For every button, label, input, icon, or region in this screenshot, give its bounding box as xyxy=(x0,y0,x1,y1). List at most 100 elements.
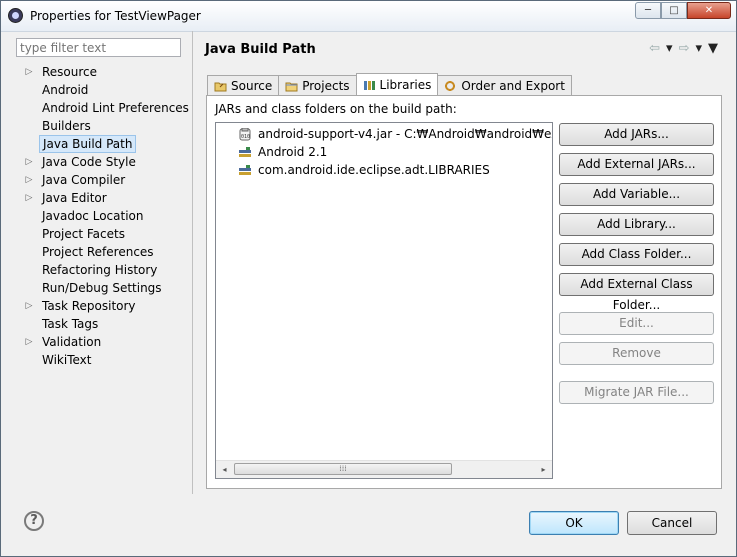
add-class-folder-button[interactable]: Add Class Folder... xyxy=(559,243,714,266)
expand-icon[interactable]: ▷ xyxy=(24,153,34,171)
library-list[interactable]: 010 android-support-v4.jar - C:₩Android₩… xyxy=(215,122,553,479)
tab-projects[interactable]: Projects xyxy=(278,75,357,95)
tree-item-java-build-path[interactable]: Java Build Path xyxy=(10,135,192,153)
source-folder-icon xyxy=(214,82,227,91)
tree-item-task-repository[interactable]: ▷ Task Repository xyxy=(10,297,192,315)
window-controls: ─ □ ✕ xyxy=(635,2,731,20)
jar-icon: 010 xyxy=(239,127,251,140)
add-library-button[interactable]: Add Library... xyxy=(559,213,714,236)
tree-item-android-lint[interactable]: Android Lint Preferences xyxy=(10,99,192,117)
category-tree: ▷ Resource Android Android Lint Preferenc… xyxy=(10,63,192,369)
tree-item-label: Java Build Path xyxy=(39,135,137,153)
maximize-button[interactable]: □ xyxy=(661,2,687,19)
tree-item-task-tags[interactable]: Task Tags xyxy=(10,315,192,333)
libraries-icon xyxy=(363,80,375,90)
back-arrow-icon[interactable]: ⇦ xyxy=(649,41,660,56)
tab-strip: Source Projects Libraries Order and Expo… xyxy=(207,73,572,95)
scroll-right-icon[interactable]: ▸ xyxy=(535,461,552,478)
migrate-jar-button[interactable]: Migrate JAR File... xyxy=(559,381,714,404)
tree-item-label: Android xyxy=(42,83,89,97)
tab-libraries[interactable]: Libraries xyxy=(355,73,439,95)
forward-menu-icon[interactable]: ▾ xyxy=(695,41,702,56)
tree-item-label: Project References xyxy=(42,245,154,259)
tree-item-label: Android Lint Preferences xyxy=(42,101,189,115)
category-pane: ▷ Resource Android Android Lint Preferenc… xyxy=(10,33,192,493)
tab-label: Projects xyxy=(302,78,350,93)
tree-item-java-editor[interactable]: ▷ Java Editor xyxy=(10,189,192,207)
remove-button[interactable]: Remove xyxy=(559,342,714,365)
expand-icon[interactable]: ▷ xyxy=(24,189,34,207)
library-icon xyxy=(239,146,251,157)
tab-order-and-export[interactable]: Order and Export xyxy=(437,75,572,95)
ok-button[interactable]: OK xyxy=(529,511,619,535)
minimize-button[interactable]: ─ xyxy=(635,2,661,19)
tree-item-run-debug-settings[interactable]: Run/Debug Settings xyxy=(10,279,192,297)
libraries-panel: JARs and class folders on the build path… xyxy=(206,95,722,489)
window-title: Properties for TestViewPager xyxy=(30,9,201,23)
expand-icon[interactable]: ▷ xyxy=(24,333,34,351)
expand-icon[interactable]: ▷ xyxy=(24,171,34,189)
tree-item-wikitext[interactable]: WikiText xyxy=(10,351,192,369)
add-jars-button[interactable]: Add JARs... xyxy=(559,123,714,146)
horizontal-scrollbar[interactable]: ◂ ⁞⁞⁞ ▸ xyxy=(216,460,552,478)
page-title: Java Build Path xyxy=(205,42,316,57)
view-menu-icon[interactable]: ▼ xyxy=(708,41,718,56)
cancel-button[interactable]: Cancel xyxy=(627,511,717,535)
tree-item-label: Validation xyxy=(42,335,102,349)
tree-item-refactoring-history[interactable]: Refactoring History xyxy=(10,261,192,279)
tree-item-android[interactable]: Android xyxy=(10,81,192,99)
add-external-class-folder-button[interactable]: Add External Class Folder... xyxy=(559,273,714,312)
tab-label: Libraries xyxy=(379,77,432,92)
scroll-thumb[interactable]: ⁞⁞⁞ xyxy=(234,463,452,475)
eclipse-icon xyxy=(8,8,23,23)
tree-item-label: Run/Debug Settings xyxy=(42,281,162,295)
tree-item-project-references[interactable]: Project References xyxy=(10,243,192,261)
tree-item-label: WikiText xyxy=(42,353,92,367)
title-bar: Properties for TestViewPager ─ □ ✕ xyxy=(1,1,736,32)
tree-item-label: Java Editor xyxy=(42,191,107,205)
help-icon[interactable]: ? xyxy=(24,511,44,531)
expand-icon[interactable]: ▷ xyxy=(24,297,34,315)
tree-item-label: Builders xyxy=(42,119,91,133)
back-menu-icon[interactable]: ▾ xyxy=(666,41,673,56)
list-item[interactable]: com.android.ide.eclipse.adt.LIBRARIES xyxy=(238,161,490,179)
edit-button[interactable]: Edit... xyxy=(559,312,714,335)
tree-item-label: Resource xyxy=(42,65,98,79)
library-icon xyxy=(239,164,251,175)
tree-item-label: Task Tags xyxy=(42,317,99,331)
tree-item-label: Refactoring History xyxy=(42,263,158,277)
list-item[interactable]: 010 android-support-v4.jar - C:₩Android₩… xyxy=(238,125,552,143)
tree-item-java-compiler[interactable]: ▷ Java Compiler xyxy=(10,171,192,189)
tree-item-label: Javadoc Location xyxy=(42,209,144,223)
tree-item-builders[interactable]: Builders xyxy=(10,117,192,135)
tab-label: Order and Export xyxy=(461,78,565,93)
tree-item-label: Java Compiler xyxy=(42,173,126,187)
list-item[interactable]: Android 2.1 xyxy=(238,143,327,161)
tab-source[interactable]: Source xyxy=(207,75,280,95)
tree-item-label: Java Code Style xyxy=(42,155,136,169)
scroll-left-icon[interactable]: ◂ xyxy=(216,461,233,478)
tab-label: Source xyxy=(231,78,273,93)
forward-arrow-icon[interactable]: ⇨ xyxy=(679,41,690,56)
tree-item-java-code-style[interactable]: ▷ Java Code Style xyxy=(10,153,192,171)
build-path-heading: JARs and class folders on the build path… xyxy=(215,102,457,116)
filter-input[interactable] xyxy=(16,38,181,57)
page-navigation: ⇦ ▾ ⇨ ▾ ▼ xyxy=(649,41,718,56)
add-external-jars-button[interactable]: Add External JARs... xyxy=(559,153,714,176)
properties-dialog: Properties for TestViewPager ─ □ ✕ ▷ Reso… xyxy=(0,0,737,557)
add-variable-button[interactable]: Add Variable... xyxy=(559,183,714,206)
order-export-icon xyxy=(445,80,456,91)
tree-item-label: Task Repository xyxy=(42,299,136,313)
tree-item-resource[interactable]: ▷ Resource xyxy=(10,63,192,81)
list-item-label: Android 2.1 xyxy=(258,145,328,159)
list-item-label: com.android.ide.eclipse.adt.LIBRARIES xyxy=(258,163,490,177)
close-button[interactable]: ✕ xyxy=(687,2,731,19)
tree-item-project-facets[interactable]: Project Facets xyxy=(10,225,192,243)
pane-divider[interactable] xyxy=(192,31,193,494)
projects-icon xyxy=(285,82,298,91)
tree-item-validation[interactable]: ▷ Validation xyxy=(10,333,192,351)
tree-item-javadoc-location[interactable]: Javadoc Location xyxy=(10,207,192,225)
expand-icon[interactable]: ▷ xyxy=(24,63,34,81)
list-item-label: android-support-v4.jar - C:₩Android₩andr… xyxy=(258,127,552,141)
svg-text:010: 010 xyxy=(241,134,250,140)
